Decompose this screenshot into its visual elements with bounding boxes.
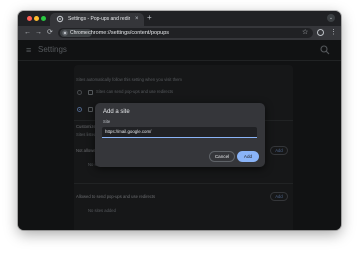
tab-strip: Settings - Pop-ups and redir × + ⌄: [18, 11, 341, 26]
gear-icon: [56, 15, 64, 23]
browser-menu-icon[interactable]: ⋮: [330, 28, 337, 38]
close-window-button[interactable]: [27, 16, 32, 21]
reload-button[interactable]: ⟳: [47, 28, 53, 38]
tab-settings[interactable]: Settings - Pop-ups and redir ×: [50, 13, 144, 26]
minimize-window-button[interactable]: [34, 16, 39, 21]
bookmark-star-icon[interactable]: ☆: [302, 28, 308, 38]
browser-toolbar: ← → ⟳ Chrome chrome://settings/content/p…: [18, 26, 341, 40]
tab-search-chevron-icon[interactable]: ⌄: [327, 14, 335, 22]
maximize-window-button[interactable]: [41, 16, 46, 21]
add-site-dialog: Add a site Site https://mail.google.com/…: [95, 103, 265, 167]
site-input-value: https://mail.google.com/: [105, 129, 152, 134]
profile-avatar-icon[interactable]: [317, 29, 324, 36]
address-bar[interactable]: Chrome chrome://settings/content/popups: [58, 28, 313, 38]
tab-close-icon[interactable]: ×: [135, 15, 139, 23]
forward-button[interactable]: →: [35, 28, 42, 38]
tab-title: Settings - Pop-ups and redir: [68, 16, 130, 22]
url-text: chrome://settings/content/popups: [88, 30, 170, 36]
chip-label: Chrome: [70, 30, 88, 36]
add-button[interactable]: Add: [237, 151, 259, 162]
new-tab-button[interactable]: +: [147, 13, 152, 23]
chrome-logo-icon: [62, 30, 68, 36]
cancel-button[interactable]: Cancel: [209, 151, 235, 162]
back-button[interactable]: ←: [24, 28, 31, 38]
dialog-title: Add a site: [103, 109, 130, 115]
site-field-label: Site: [103, 119, 111, 124]
site-input[interactable]: https://mail.google.com/: [102, 127, 257, 138]
